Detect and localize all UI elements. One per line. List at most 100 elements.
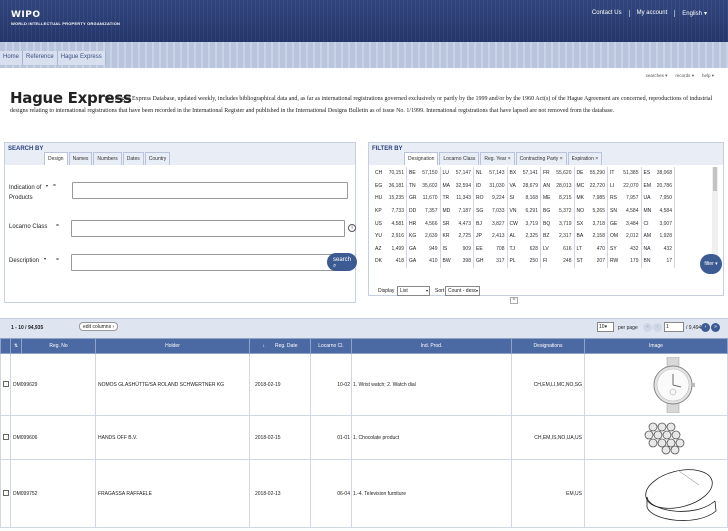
help-menu[interactable]: help ▾ [702, 73, 714, 79]
filter-country-code[interactable]: ME [541, 192, 553, 205]
filter-country-code[interactable]: CW [507, 217, 519, 230]
filter-country-code[interactable]: ID [474, 180, 486, 193]
filter-country-code[interactable]: AZ [373, 243, 385, 256]
col-image[interactable]: Image [584, 338, 728, 354]
filter-country-code[interactable]: DE [574, 167, 586, 180]
next-page-icon[interactable]: › [701, 323, 710, 332]
first-page-icon[interactable]: « [643, 323, 652, 332]
indication-of-products-input[interactable] [72, 182, 348, 199]
col-designations[interactable]: Designations [511, 338, 585, 354]
filter-country-code[interactable]: SR [440, 217, 452, 230]
tab-design[interactable]: Design [44, 152, 68, 165]
info-icon[interactable]: i [348, 224, 356, 232]
filter-country-code[interactable]: BZ [541, 230, 553, 243]
filter-country-code[interactable]: RO [474, 192, 486, 205]
col-locarno[interactable]: Locarno Cl. [310, 338, 352, 354]
filter-country-code[interactable]: HU [373, 192, 385, 205]
filter-country-code[interactable]: EE [474, 243, 486, 256]
row-checkbox[interactable] [2, 433, 9, 440]
filter-country-code[interactable]: PL [507, 255, 519, 268]
filter-country-code[interactable]: GE [608, 217, 620, 230]
filter-country-code[interactable]: LU [440, 167, 452, 180]
tab-contracting-party[interactable]: Contracting Party × [515, 152, 567, 165]
filter-country-code[interactable]: IT [608, 167, 620, 180]
furniture-image[interactable] [639, 461, 723, 527]
reg-no-cell[interactable]: DM099606 [10, 415, 96, 460]
filter-country-code[interactable]: OM [608, 230, 620, 243]
image-cell[interactable] [584, 415, 728, 460]
filter-country-code[interactable]: VA [507, 180, 519, 193]
filter-country-code[interactable]: CH [373, 167, 385, 180]
filter-country-code[interactable]: MA [440, 180, 452, 193]
filter-country-code[interactable]: KG [407, 230, 419, 243]
filter-country-code[interactable]: NO [574, 205, 586, 218]
close-icon[interactable]: × [508, 156, 511, 162]
col-sort-icon[interactable]: ⇅ [10, 338, 22, 354]
tab-dates[interactable]: Dates [122, 152, 144, 165]
filter-country-code[interactable]: GA [407, 255, 419, 268]
filter-country-code[interactable]: TJ [507, 243, 519, 256]
filter-country-code[interactable]: KR [440, 230, 452, 243]
tab-country[interactable]: Country [144, 152, 171, 165]
scrollbar-thumb[interactable] [713, 167, 717, 191]
filter-country-code[interactable]: IS [440, 243, 452, 256]
filter-country-code[interactable]: RS [608, 192, 620, 205]
my-account-link[interactable]: My account [628, 10, 675, 17]
table-row[interactable]: DM099606 HANDS OFF B.V. 2018-02-15 01-01… [0, 415, 728, 460]
watch-image[interactable] [641, 357, 701, 413]
image-cell[interactable] [584, 353, 728, 416]
filter-country-code[interactable]: BW [440, 255, 452, 268]
last-page-icon[interactable]: » [711, 323, 720, 332]
tab-expiration[interactable]: Expiration × [567, 152, 603, 165]
operator-equals[interactable]: = [56, 257, 59, 263]
chocolate-image[interactable] [643, 421, 687, 455]
tab-locarno-class[interactable]: Locarno Class [439, 152, 480, 165]
filter-country-code[interactable]: DK [373, 255, 385, 268]
row-checkbox[interactable] [2, 380, 9, 387]
filter-country-code[interactable]: BE [407, 167, 419, 180]
filter-country-code[interactable]: BA [574, 230, 586, 243]
breadcrumb-home[interactable]: Home [0, 51, 24, 65]
filter-country-code[interactable]: DD [407, 205, 419, 218]
tab-reg-year[interactable]: Reg. Year × [480, 152, 515, 165]
per-page-select[interactable]: 10▾ [597, 322, 614, 332]
filter-country-code[interactable]: TN [407, 180, 419, 193]
filter-country-code[interactable]: HR [407, 217, 419, 230]
filter-country-code[interactable]: LT [574, 243, 586, 256]
filter-country-code[interactable]: NL [474, 167, 486, 180]
filter-country-code[interactable]: AN [541, 180, 553, 193]
display-select[interactable]: List ▾ [397, 286, 430, 296]
filter-country-code[interactable]: AM [641, 230, 653, 243]
col-reg-date[interactable]: ↓ Reg. Date [249, 338, 311, 354]
operator-equals[interactable]: = [56, 223, 59, 229]
filter-country-code[interactable]: MC [574, 180, 586, 193]
filter-country-code[interactable]: US [373, 217, 385, 230]
filter-country-code[interactable]: AL [507, 230, 519, 243]
prev-page-icon[interactable]: ‹ [653, 323, 662, 332]
filter-country-code[interactable]: BG [541, 205, 553, 218]
col-reg-no[interactable]: Reg. No [21, 338, 96, 354]
edit-columns-button[interactable]: edit columns › [79, 322, 119, 331]
page-number-input[interactable]: 1 [664, 322, 684, 332]
operator-equals[interactable]: = [53, 183, 56, 189]
chevron-down-icon[interactable]: ▾ [44, 256, 46, 261]
filter-button[interactable]: filter ▾ [700, 254, 722, 274]
wipo-logo[interactable]: WIPO WORLD INTELLECTUAL PROPERTY ORGANIZ… [11, 10, 120, 26]
filter-country-code[interactable]: MK [574, 192, 586, 205]
close-icon[interactable]: × [560, 156, 563, 162]
filter-country-code[interactable]: KP [373, 205, 385, 218]
filter-country-code[interactable]: JP [474, 230, 486, 243]
contact-us-link[interactable]: Contact Us [585, 10, 629, 17]
table-row[interactable]: DM099629 NOMOS GLASHÜTTE/SA ROLAND SCHWE… [0, 353, 728, 416]
breadcrumb-reference[interactable]: Reference [23, 51, 58, 65]
tab-names[interactable]: Names [68, 152, 93, 165]
filter-country-code[interactable]: ES [641, 167, 653, 180]
filter-country-code[interactable]: CI [641, 217, 653, 230]
filter-country-code[interactable]: VN [507, 205, 519, 218]
filter-country-code[interactable]: TR [440, 192, 452, 205]
filter-country-code[interactable]: BJ [474, 217, 486, 230]
search-button[interactable]: search ⌕ [327, 253, 358, 271]
row-checkbox[interactable] [2, 489, 9, 496]
filter-country-code[interactable]: SI [507, 192, 519, 205]
filter-country-code[interactable]: SN [608, 205, 620, 218]
